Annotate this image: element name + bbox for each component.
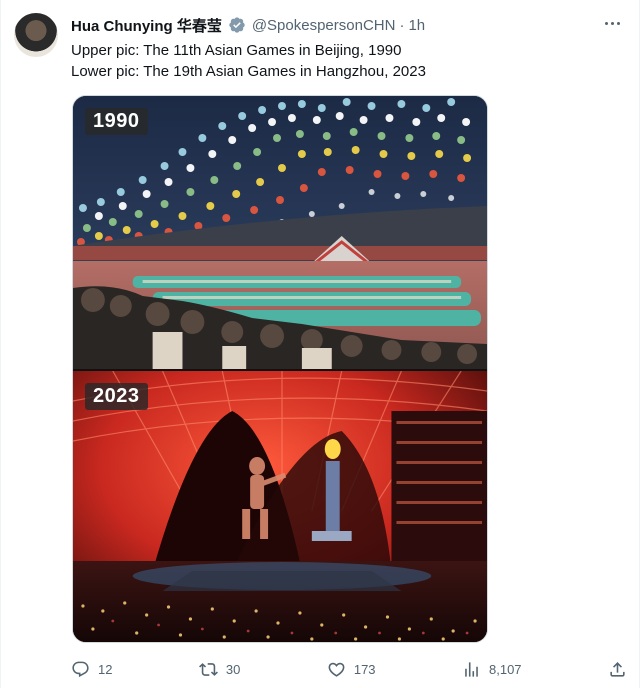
tweet-card[interactable]: Hua Chunying 华春莹 @SpokespersonCHN · 1h U… (0, 0, 640, 688)
verified-badge-icon (229, 17, 245, 33)
year-badge-1990: 1990 (85, 108, 148, 135)
retweet-button[interactable]: 30 (198, 660, 241, 679)
photo-1990-ceremony[interactable]: 1990 (73, 96, 487, 369)
tweet-actions-bar: 12 30 173 8,107 (71, 656, 627, 682)
reply-icon (72, 661, 89, 677)
reply-button[interactable]: 12 (71, 660, 112, 679)
stadium-1990-image (73, 96, 487, 369)
views-chart-icon (465, 661, 478, 677)
year-badge-2023: 2023 (85, 383, 148, 410)
heart-icon (328, 662, 345, 677)
author-handle[interactable]: @SpokespersonCHN (252, 17, 396, 34)
timestamp[interactable]: 1h (408, 17, 425, 34)
retweet-icon (198, 662, 218, 676)
share-icon (610, 661, 625, 677)
photo-2023-ceremony[interactable]: 2023 (73, 371, 487, 642)
view-count: 8,107 (489, 661, 522, 677)
tweet-text: Upper pic: The 11th Asian Games in Beiji… (71, 40, 426, 82)
separator-dot: · (399, 16, 405, 34)
tweet-header: Hua Chunying 华春莹 @SpokespersonCHN · 1h (71, 14, 425, 36)
stadium-2023-image (73, 371, 487, 642)
tweet-text-line: Lower pic: The 19th Asian Games in Hangz… (71, 63, 426, 80)
like-count: 173 (353, 661, 376, 677)
more-options-icon[interactable] (601, 12, 623, 34)
retweet-count: 30 (225, 661, 241, 677)
like-button[interactable]: 173 (327, 660, 376, 679)
tweet-text-line: Upper pic: The 11th Asian Games in Beiji… (71, 42, 402, 59)
reply-count: 12 (98, 661, 113, 677)
share-button[interactable] (608, 660, 627, 679)
avatar[interactable] (14, 13, 58, 57)
author-name[interactable]: Hua Chunying 华春莹 (71, 15, 222, 36)
views-button[interactable]: 8,107 (462, 660, 522, 679)
media-grid[interactable]: 1990 2023 (72, 95, 488, 643)
